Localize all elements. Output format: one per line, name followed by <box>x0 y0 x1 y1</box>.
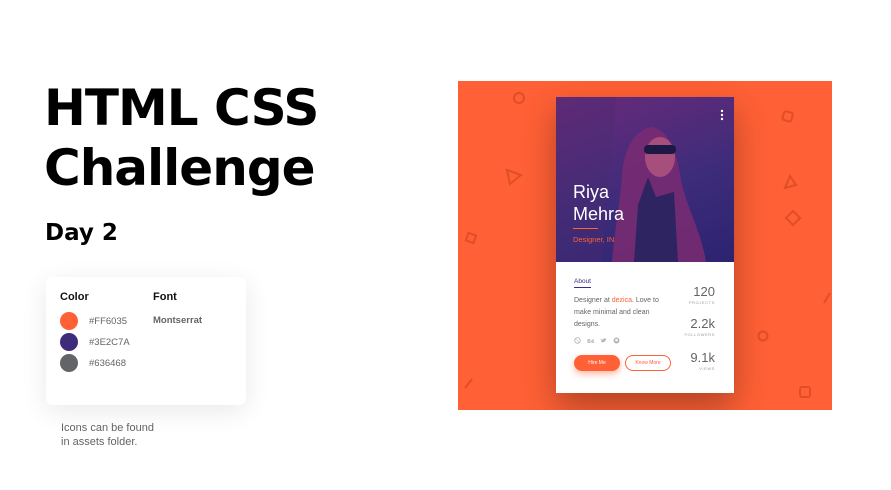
tab-about[interactable]: About <box>574 278 591 285</box>
stat-value: 2.2k <box>690 316 715 331</box>
stat-value: 120 <box>693 284 715 299</box>
style-guide-card: Color Font #FF6035 #3E2C7A #636468 Monts… <box>46 277 246 405</box>
name-divider <box>573 228 598 229</box>
profile-name: Riya Mehra <box>573 181 624 225</box>
stat-label: FOLLOWERS <box>684 332 715 337</box>
profile-first-name: Riya <box>573 182 610 202</box>
font-heading: Font <box>153 291 177 303</box>
purple-swatch <box>60 333 78 351</box>
color-hex: #3E2C7A <box>89 336 130 348</box>
github-icon[interactable] <box>613 337 620 344</box>
gray-swatch <box>60 354 78 372</box>
social-links: Bē <box>574 337 620 344</box>
color-row: #3E2C7A <box>60 332 130 352</box>
stat-followers: 2.2k FOLLOWERS <box>684 316 715 338</box>
title-line-2: Challenge <box>44 139 316 197</box>
profile-role: Designer, IN <box>573 235 615 244</box>
font-name: Montserrat <box>153 315 203 326</box>
line-shape-icon <box>464 378 473 389</box>
title-line-1: HTML CSS <box>44 79 319 137</box>
color-row: #FF6035 <box>60 311 127 331</box>
profile-photo: Riya Mehra Designer, IN <box>556 97 734 262</box>
design-preview: Riya Mehra Designer, IN About Designer a… <box>458 81 832 410</box>
profile-card: Riya Mehra Designer, IN About Designer a… <box>556 97 734 393</box>
dribbble-icon[interactable] <box>574 337 581 344</box>
behance-icon[interactable]: Bē <box>587 337 594 344</box>
profile-bio: Designer at dezica. Love to make minimal… <box>574 295 674 331</box>
profile-last-name: Mehra <box>573 204 625 224</box>
square-shape-icon <box>464 231 478 245</box>
diamond-shape-icon <box>784 209 802 227</box>
assets-note: Icons can be found in assets folder. <box>61 422 154 448</box>
triangle-shape-icon <box>505 168 524 186</box>
company-link[interactable]: dezica <box>612 297 632 304</box>
line-shape-icon <box>823 292 831 304</box>
day-subtitle: Day 2 <box>45 220 118 246</box>
circle-shape-icon <box>757 330 769 342</box>
color-heading: Color <box>60 291 89 303</box>
circle-shape-icon <box>513 92 525 104</box>
stat-label: VIEWS <box>699 366 715 371</box>
stat-projects: 120 PROJECTS <box>688 284 715 306</box>
stat-value: 9.1k <box>690 350 715 365</box>
twitter-icon[interactable] <box>600 337 607 344</box>
square-shape-icon <box>781 110 794 123</box>
color-hex: #636468 <box>89 357 126 369</box>
square-shape-icon <box>799 386 811 398</box>
color-hex: #FF6035 <box>89 315 128 327</box>
more-vertical-icon[interactable] <box>720 109 724 121</box>
triangle-shape-icon <box>783 173 798 190</box>
stat-views: 9.1k VIEWS <box>690 350 715 372</box>
tab-underline <box>574 287 591 288</box>
hire-me-button[interactable]: Hire Me <box>574 355 620 371</box>
know-more-button[interactable]: Know More <box>625 355 671 371</box>
bio-text: Designer at <box>574 297 612 304</box>
challenge-title: HTML CSS Challenge <box>44 78 319 198</box>
orange-swatch <box>60 312 78 330</box>
color-row: #636468 <box>60 353 126 373</box>
stat-label: PROJECTS <box>688 300 715 305</box>
svg-text:Bē: Bē <box>587 339 594 344</box>
